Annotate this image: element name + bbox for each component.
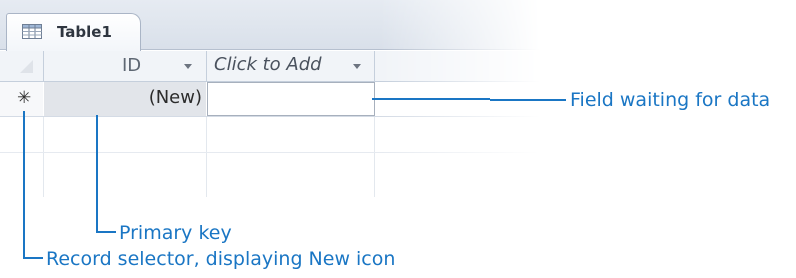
column-divider[interactable] [374, 51, 375, 81]
id-cell-value: (New) [148, 87, 202, 108]
column-divider[interactable] [206, 51, 207, 81]
grid-line [374, 117, 375, 197]
grid-line [0, 152, 560, 153]
callout-line-primary-key [96, 231, 116, 233]
id-cell: (New) [44, 82, 206, 116]
column-header-row: ID Click to Add [0, 51, 560, 82]
callout-line-primary-key [96, 115, 98, 233]
callout-line-record-selector [23, 257, 43, 259]
callout-primary-key: Primary key [119, 222, 232, 244]
id-dropdown-arrow-icon[interactable] [184, 64, 192, 69]
callout-field-waiting: Field waiting for data [570, 89, 771, 111]
record-selector[interactable]: ✳ [0, 82, 43, 116]
table-icon [22, 24, 42, 39]
tab-table1[interactable]: Table1 [6, 13, 141, 51]
grid-line [206, 117, 207, 197]
column-divider[interactable] [43, 51, 44, 81]
callout-line-field [372, 98, 490, 100]
tab-title: Table1 [57, 23, 112, 41]
click-to-add-dropdown-arrow-icon[interactable] [353, 64, 361, 69]
column-header-click-to-add[interactable]: Click to Add [214, 54, 322, 75]
select-all-corner[interactable] [0, 51, 43, 81]
figure-stage: Table1 ID Click to Add ✳ (New) Field wai… [0, 0, 796, 278]
datasheet-window: Table1 ID Click to Add ✳ (New) [0, 0, 560, 200]
callout-line-field [490, 99, 566, 101]
column-header-id[interactable]: ID [122, 55, 141, 76]
click-to-add-cell-input[interactable] [207, 82, 375, 116]
grid-line [43, 117, 44, 197]
new-record-asterisk-icon: ✳ [17, 88, 32, 108]
callout-line-record-selector [23, 111, 25, 259]
callout-record-selector: Record selector, displaying New icon [46, 248, 396, 270]
